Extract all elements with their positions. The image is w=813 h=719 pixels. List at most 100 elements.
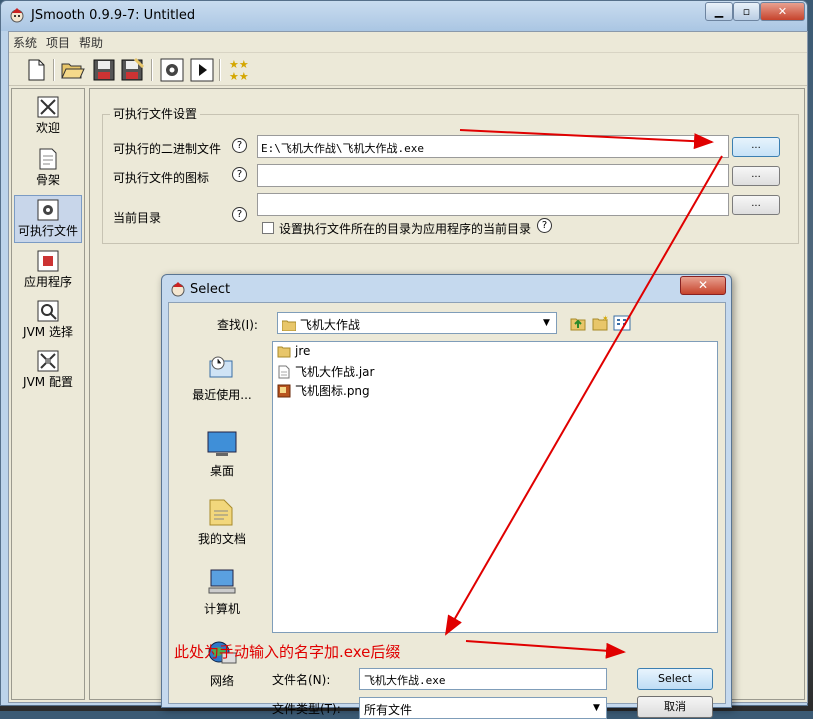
cancel-button[interactable]: 取消 bbox=[637, 696, 713, 718]
close-button[interactable]: ✕ bbox=[760, 2, 805, 21]
skeleton-icon bbox=[39, 148, 57, 170]
maximize-icon: ▫ bbox=[742, 5, 751, 18]
up-folder-icon[interactable] bbox=[569, 314, 587, 332]
lookin-value: 飞机大作战 bbox=[299, 318, 360, 332]
binary-path-field[interactable]: E:\飞机大作战\飞机大作战.exe bbox=[257, 135, 729, 158]
sidebar-item-label: 欢迎 bbox=[35, 121, 60, 135]
place-label: 计算机 bbox=[203, 602, 240, 616]
chevron-down-icon: ▼ bbox=[543, 318, 550, 328]
lookin-label: 查找(I): bbox=[217, 318, 258, 332]
menu-system[interactable]: 系统 bbox=[13, 34, 37, 51]
save-icon[interactable] bbox=[91, 57, 117, 83]
jsmooth-app-icon bbox=[10, 8, 24, 23]
maximize-button[interactable]: ▫ bbox=[733, 2, 760, 21]
file-name: 飞机大作战.jar bbox=[295, 365, 375, 379]
filetype-label: 文件类型(T): bbox=[272, 702, 341, 716]
cwd-label: 当前目录 bbox=[113, 211, 162, 225]
chevron-down-icon: ▼ bbox=[593, 703, 600, 713]
welcome-icon bbox=[37, 96, 59, 118]
menu-bar: 系统 项目 帮助 bbox=[9, 32, 807, 52]
new-icon[interactable] bbox=[23, 57, 49, 83]
minimize-icon: ▁ bbox=[714, 5, 724, 18]
png-file-icon bbox=[277, 384, 291, 398]
sidebar-item-label: 可执行文件 bbox=[17, 224, 78, 238]
file-name: jre bbox=[295, 344, 311, 358]
help-icon[interactable]: ? bbox=[537, 218, 552, 233]
place-documents[interactable]: 我的文档 bbox=[179, 497, 265, 547]
icon-label: 可执行文件的图标 bbox=[113, 171, 210, 185]
place-label: 网络 bbox=[209, 674, 234, 688]
list-item[interactable]: jre bbox=[277, 344, 310, 362]
set-cwd-checkbox[interactable] bbox=[262, 222, 274, 234]
compile-icon[interactable] bbox=[159, 57, 185, 83]
dialog-body: 查找(I): 飞机大作战 ▼ ✶ 最近使用... 桌面 我的文档 计算机 网络 … bbox=[168, 302, 726, 719]
select-dialog: Select ✕ 查找(I): 飞机大作战 ▼ ✶ 最近使用... 桌面 我的文… bbox=[161, 274, 732, 719]
lookin-combo[interactable]: 飞机大作战 ▼ bbox=[277, 312, 557, 334]
toolbar-separator bbox=[219, 59, 221, 81]
sidebar-item-welcome[interactable]: 欢迎 bbox=[14, 93, 82, 141]
minimize-button[interactable]: ▁ bbox=[705, 2, 733, 21]
open-icon[interactable] bbox=[59, 57, 85, 83]
place-label: 桌面 bbox=[209, 464, 234, 478]
about-icon[interactable]: ★★★★ bbox=[227, 57, 253, 83]
binary-browse-button[interactable]: ... bbox=[732, 137, 780, 157]
toolbar-separator bbox=[53, 59, 55, 81]
cwd-field[interactable] bbox=[257, 193, 729, 216]
computer-icon bbox=[208, 569, 236, 594]
folder-icon bbox=[277, 346, 291, 358]
recent-places-icon bbox=[209, 356, 233, 378]
place-desktop[interactable]: 桌面 bbox=[179, 429, 265, 479]
annotation-text: 此处为手动输入的名字加.exe后缀 bbox=[174, 643, 401, 661]
place-computer[interactable]: 计算机 bbox=[179, 567, 265, 617]
run-icon[interactable] bbox=[189, 57, 215, 83]
sidebar-item-label: JVM 选择 bbox=[23, 325, 73, 339]
menu-help[interactable]: 帮助 bbox=[79, 34, 103, 51]
sidebar-item-label: JVM 配置 bbox=[23, 375, 73, 389]
place-recent[interactable]: 最近使用... bbox=[179, 353, 265, 403]
help-icon[interactable]: ? bbox=[232, 207, 247, 222]
icon-browse-button[interactable]: ... bbox=[732, 166, 780, 186]
help-icon[interactable]: ? bbox=[232, 167, 247, 182]
jvm-select-icon bbox=[37, 300, 59, 322]
dialog-title: Select bbox=[190, 282, 231, 297]
icon-path-field[interactable] bbox=[257, 164, 729, 187]
sidebar-item-executable[interactable]: 可执行文件 bbox=[14, 195, 82, 243]
window-title: JSmooth 0.9.9-7: Untitled bbox=[31, 8, 196, 23]
save-as-icon[interactable] bbox=[119, 57, 145, 83]
jar-file-icon bbox=[278, 365, 290, 379]
help-icon[interactable]: ? bbox=[232, 138, 247, 153]
binary-label: 可执行的二进制文件 bbox=[113, 142, 222, 156]
close-icon: ✕ bbox=[777, 5, 788, 18]
list-item[interactable]: 飞机图标.png bbox=[277, 382, 370, 400]
sidebar-item-label: 骨架 bbox=[35, 173, 60, 187]
application-icon bbox=[37, 250, 59, 272]
dialog-close-button[interactable]: ✕ bbox=[680, 276, 726, 295]
sidebar-item-application[interactable]: 应用程序 bbox=[14, 247, 82, 295]
jsmooth-app-icon bbox=[171, 282, 185, 297]
menu-project[interactable]: 项目 bbox=[46, 34, 70, 51]
filename-label: 文件名(N): bbox=[272, 673, 331, 687]
executable-icon bbox=[37, 199, 59, 221]
desktop-icon bbox=[207, 431, 237, 456]
view-menu-icon[interactable] bbox=[613, 314, 631, 332]
title-bar: JSmooth 0.9.9-7: Untitled ▁ ▫ ✕ bbox=[1, 1, 807, 31]
svg-text:✶: ✶ bbox=[602, 314, 609, 323]
sidebar-item-label: 应用程序 bbox=[23, 275, 72, 289]
filetype-combo[interactable]: 所有文件 ▼ bbox=[359, 697, 607, 719]
set-cwd-label: 设置执行文件所在的目录为应用程序的当前目录 bbox=[279, 222, 532, 236]
select-button[interactable]: Select bbox=[637, 668, 713, 690]
group-title: 可执行文件设置 bbox=[110, 105, 201, 122]
sidebar-item-jvm-select[interactable]: JVM 选择 bbox=[14, 297, 82, 345]
file-list: jre 飞机大作战.jar 飞机图标.png bbox=[272, 341, 718, 633]
sidebar-item-jvm-config[interactable]: JVM 配置 bbox=[14, 347, 82, 395]
filename-input[interactable]: 飞机大作战.exe bbox=[359, 668, 607, 690]
documents-folder-icon bbox=[209, 499, 233, 526]
sidebar: 欢迎 骨架 可执行文件 应用程序 JVM 选择 JVM 配置 bbox=[11, 88, 85, 700]
jvm-config-icon bbox=[37, 350, 59, 372]
sidebar-item-skeleton[interactable]: 骨架 bbox=[14, 145, 82, 193]
cwd-browse-button[interactable]: ... bbox=[732, 195, 780, 215]
new-folder-icon[interactable]: ✶ bbox=[591, 314, 609, 332]
place-label: 最近使用... bbox=[192, 388, 252, 402]
list-item[interactable]: 飞机大作战.jar bbox=[277, 363, 374, 381]
place-label: 我的文档 bbox=[197, 532, 246, 546]
